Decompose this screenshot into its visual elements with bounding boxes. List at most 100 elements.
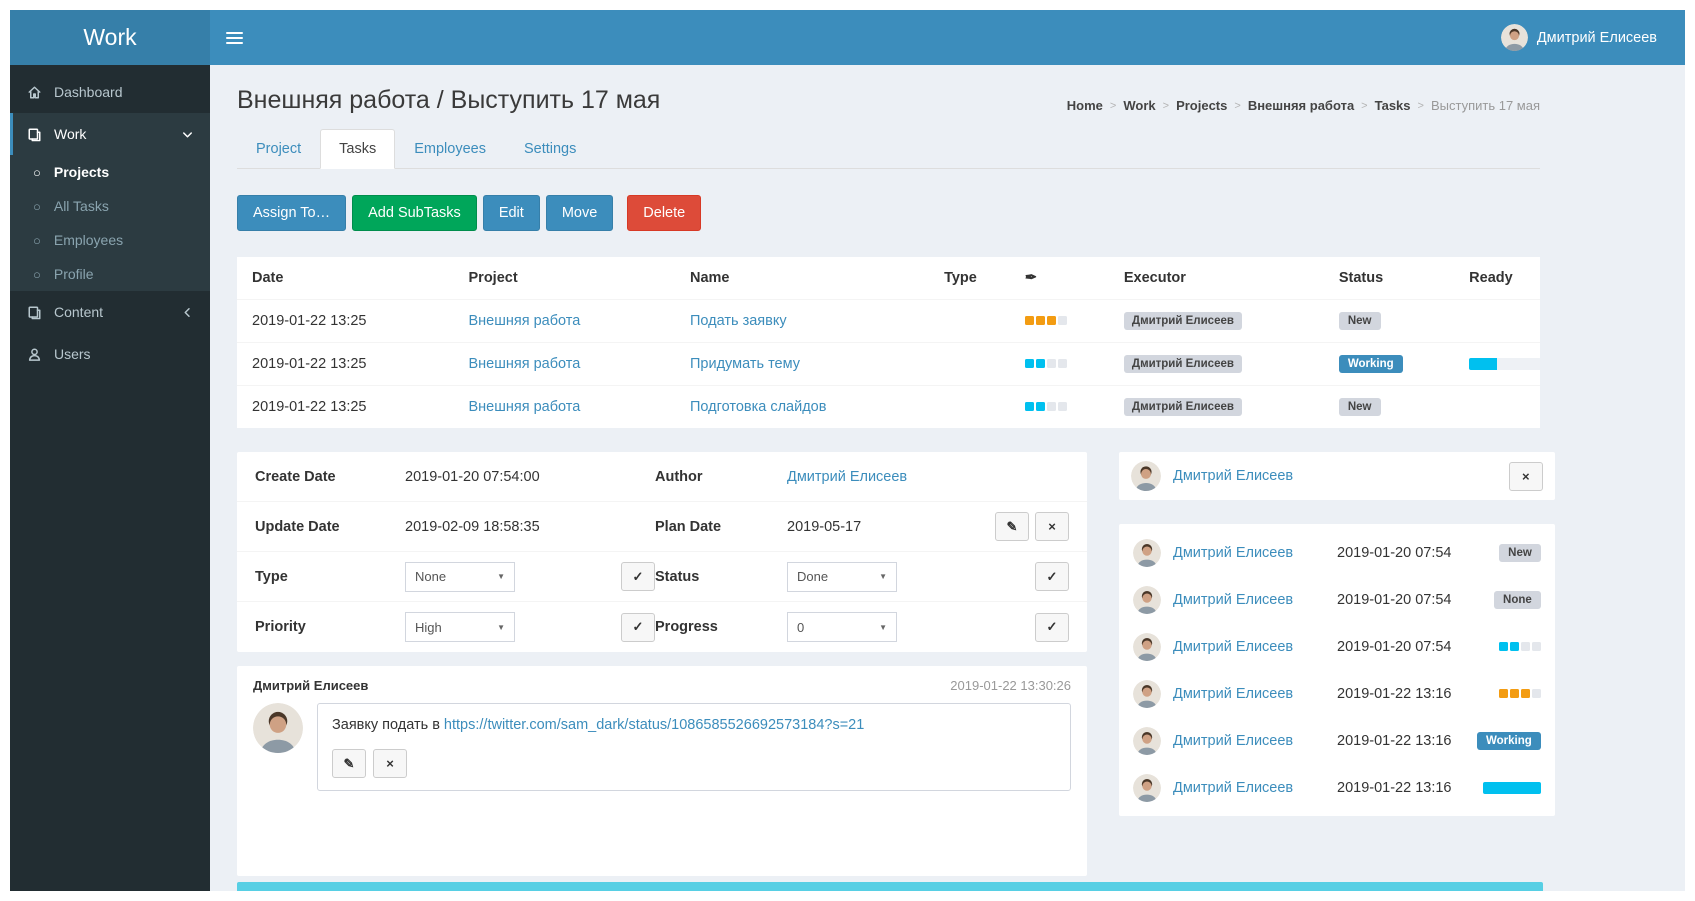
history-user-link[interactable]: Дмитрий Елисеев [1173, 780, 1325, 796]
comment-edit-button[interactable]: ✎ [332, 749, 366, 778]
pencil-icon: ✎ [1007, 519, 1018, 535]
comment-link[interactable]: https://twitter.com/sam_dark/status/1086… [444, 717, 864, 733]
sidebar-work-submenu: ○ Projects ○ All Tasks ○ Employees ○ Pro… [10, 155, 210, 291]
breadcrumb-separator: > [1418, 100, 1424, 112]
edit-button[interactable]: Edit [483, 195, 540, 231]
history-avatar [1133, 586, 1161, 614]
user-avatar [1501, 24, 1528, 51]
close-icon: × [1522, 469, 1530, 484]
status-select-value: Done [797, 569, 828, 584]
executor-badge: Дмитрий Елисеев [1124, 355, 1242, 373]
app-logo[interactable]: Work [10, 10, 210, 65]
task-actions-toolbar: Assign To… Add SubTasks Edit Move Delete [237, 195, 1540, 231]
table-row: 2019-01-22 13:25 Внешняя работа Придумат… [237, 343, 1540, 386]
plan-date-edit-button[interactable]: ✎ [995, 512, 1029, 541]
task-project-link[interactable]: Внешняя работа [469, 356, 581, 372]
progress-apply-button[interactable]: ✓ [1035, 613, 1069, 642]
history-row: Дмитрий Елисеев 2019-01-22 13:16 [1119, 670, 1555, 717]
priority-select[interactable]: High▼ [405, 612, 515, 642]
check-icon: ✓ [633, 619, 644, 635]
task-name-link[interactable]: Придумать тему [690, 356, 800, 372]
status-select[interactable]: Done▼ [787, 562, 897, 592]
sidebar-item-all-tasks[interactable]: ○ All Tasks [10, 189, 210, 223]
progress-select[interactable]: 0▼ [787, 612, 897, 642]
comment-delete-button[interactable]: × [373, 749, 407, 778]
task-name-link[interactable]: Подготовка слайдов [690, 399, 826, 415]
type-select[interactable]: None▼ [405, 562, 515, 592]
check-icon: ✓ [1047, 569, 1058, 585]
status-badge: New [1339, 312, 1381, 330]
task-date: 2019-01-22 13:25 [237, 343, 459, 386]
task-project-link[interactable]: Внешняя работа [469, 313, 581, 329]
breadcrumb-projects[interactable]: Projects [1176, 98, 1227, 113]
sidebar-item-dashboard[interactable]: Dashboard [10, 71, 210, 113]
priority-squares [1025, 316, 1067, 325]
history-user-link[interactable]: Дмитрий Елисеев [1173, 686, 1325, 702]
sidebar-item-users[interactable]: Users [10, 333, 210, 375]
breadcrumb-project[interactable]: Внешняя работа [1248, 98, 1354, 113]
priority-squares [1025, 359, 1067, 368]
detail-label: Plan Date [655, 519, 787, 535]
sidebar-item-label: Projects [54, 164, 109, 180]
history-user-link[interactable]: Дмитрий Елисеев [1173, 592, 1325, 608]
sidebar-item-content[interactable]: Content [10, 291, 210, 333]
main-area: Dashboard Work ○ Projects [10, 65, 1685, 891]
sidebar-item-projects[interactable]: ○ Projects [10, 155, 210, 189]
add-subtasks-button[interactable]: Add SubTasks [352, 195, 477, 231]
files-icon [25, 305, 43, 320]
page-title: Внешняя работа / Выступить 17 мая [237, 86, 660, 115]
breadcrumb-work[interactable]: Work [1123, 98, 1155, 113]
assignee-avatar [1131, 461, 1161, 491]
breadcrumb-separator: > [1163, 100, 1169, 112]
user-menu[interactable]: Дмитрий Елисеев [1473, 10, 1685, 65]
sidebar-item-employees[interactable]: ○ Employees [10, 223, 210, 257]
history-row: Дмитрий Елисеев 2019-01-22 13:16 Working [1119, 717, 1555, 764]
history-row: Дмитрий Елисеев 2019-01-20 07:54 New [1119, 529, 1555, 576]
history-user-link[interactable]: Дмитрий Елисеев [1173, 733, 1325, 749]
delete-button[interactable]: Delete [627, 195, 701, 231]
comment-avatar [253, 703, 303, 753]
detail-label: Create Date [255, 469, 405, 485]
comment: Дмитрий Елисеев 2019-01-22 13:30:26 Заяв… [237, 666, 1087, 876]
breadcrumb-home[interactable]: Home [1067, 98, 1103, 113]
col-header-priority: ✒ [1015, 257, 1114, 300]
person-icon [25, 347, 43, 362]
circle-icon: ○ [33, 200, 41, 213]
sidebar-toggle-button[interactable] [210, 10, 258, 65]
tab-tasks[interactable]: Tasks [320, 129, 395, 169]
files-icon [25, 127, 43, 142]
history-priority-squares [1499, 642, 1541, 651]
assignee-remove-button[interactable]: × [1509, 462, 1543, 491]
tab-employees[interactable]: Employees [395, 129, 505, 169]
top-navbar: Work Дмитрий Елисеев [10, 10, 1685, 65]
create-date-value: 2019-01-20 07:54:00 [405, 469, 655, 485]
history-status-badge: Working [1477, 732, 1541, 750]
comment-text: Заявку подать в https://twitter.com/sam_… [317, 703, 1071, 791]
check-icon: ✓ [633, 569, 644, 585]
assign-to-button[interactable]: Assign To… [237, 195, 346, 231]
sidebar-item-profile[interactable]: ○ Profile [10, 257, 210, 291]
status-apply-button[interactable]: ✓ [1035, 562, 1069, 591]
task-name-link[interactable]: Подать заявку [690, 313, 787, 329]
tab-project[interactable]: Project [237, 129, 320, 169]
sidebar-item-label: Work [54, 126, 86, 142]
author-link[interactable]: Дмитрий Елисеев [787, 469, 907, 485]
sidebar-item-work[interactable]: Work [10, 113, 210, 155]
tab-settings[interactable]: Settings [505, 129, 595, 169]
plan-date-remove-button[interactable]: × [1035, 512, 1069, 541]
task-type [934, 300, 1015, 343]
page-header: Внешняя работа / Выступить 17 мая Home> … [237, 86, 1540, 115]
history-time: 2019-01-22 13:16 [1337, 686, 1465, 702]
history-user-link[interactable]: Дмитрий Елисеев [1173, 639, 1325, 655]
tab-bar: Project Tasks Employees Settings [237, 129, 1540, 169]
breadcrumb-tasks[interactable]: Tasks [1375, 98, 1411, 113]
priority-apply-button[interactable]: ✓ [621, 613, 655, 642]
assignee-link[interactable]: Дмитрий Елисеев [1173, 468, 1293, 484]
executor-badge: Дмитрий Елисеев [1124, 398, 1242, 416]
task-ready [1459, 386, 1540, 429]
type-apply-button[interactable]: ✓ [621, 562, 655, 591]
task-project-link[interactable]: Внешняя работа [469, 399, 581, 415]
history-user-link[interactable]: Дмитрий Елисеев [1173, 545, 1325, 561]
breadcrumb-separator: > [1361, 100, 1367, 112]
move-button[interactable]: Move [546, 195, 613, 231]
